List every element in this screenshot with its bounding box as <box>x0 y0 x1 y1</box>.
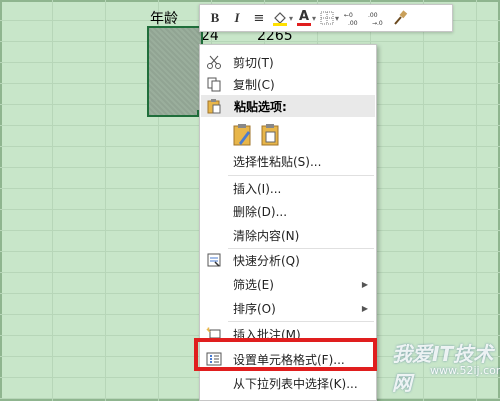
bold-button[interactable]: B <box>206 8 224 28</box>
menu-item-cut[interactable]: 剪切(T) <box>200 51 376 73</box>
menu-item-paste-special[interactable]: 选择性粘贴(S)... <box>200 150 376 172</box>
paintbrush-icon <box>394 10 408 25</box>
menu-item-clear-contents[interactable]: 清除内容(N) <box>200 224 376 246</box>
chevron-right-icon: ▶ <box>361 279 368 289</box>
menu-divider <box>228 321 374 322</box>
svg-text:→.0: →.0 <box>372 20 383 26</box>
chevron-right-icon: ▶ <box>361 303 368 313</box>
font-color-button[interactable]: A ▾ <box>297 8 316 28</box>
menu-item-copy[interactable]: 复制(C) <box>200 73 376 95</box>
increase-decimal-icon: ←0.00 <box>344 12 358 26</box>
fill-color-button[interactable]: ▾ <box>272 8 293 28</box>
chevron-down-icon[interactable]: ▾ <box>335 14 339 23</box>
italic-button[interactable]: I <box>228 8 246 28</box>
paste-option-values-button[interactable] <box>260 123 282 147</box>
watermark-url: www.52ij.com <box>430 364 500 377</box>
menu-item-pick-from-list[interactable]: 从下拉列表中选择(K)... <box>200 372 376 394</box>
paste-option-paste-button[interactable] <box>232 123 254 147</box>
align-button[interactable]: ≡ <box>250 8 268 28</box>
paste-options-header: 粘贴选项: <box>201 95 375 117</box>
chevron-down-icon[interactable]: ▾ <box>289 14 293 23</box>
format-painter-button[interactable] <box>391 8 409 28</box>
menu-item-insert[interactable]: 插入(I)... <box>200 177 376 199</box>
svg-text:.00: .00 <box>348 20 358 26</box>
selected-range[interactable] <box>147 26 203 117</box>
menu-item-delete[interactable]: 删除(D)... <box>200 200 376 222</box>
paste-icon <box>233 124 251 146</box>
paint-bucket-icon <box>273 12 287 26</box>
borders-icon <box>320 11 334 25</box>
mini-toolbar: B I ≡ ▾ A ▾ ▾ ←0.00 .00 →.0 <box>199 4 453 32</box>
menu-item-filter[interactable]: 筛选(E) ▶ <box>200 273 376 295</box>
header-cell-age[interactable]: 年龄 <box>150 8 178 28</box>
clipboard-icon <box>206 98 222 114</box>
increase-decimal-button[interactable]: ←0.00 <box>343 8 363 28</box>
svg-text:.00: .00 <box>368 12 378 19</box>
paste-values-icon <box>261 124 279 146</box>
copy-icon <box>206 76 222 92</box>
quick-analysis-icon <box>206 252 222 268</box>
chevron-down-icon[interactable]: ▾ <box>312 14 316 23</box>
svg-text:←0: ←0 <box>344 12 353 19</box>
highlight-annotation-box <box>194 338 377 371</box>
decrease-decimal-button[interactable]: .00 →.0 <box>367 8 387 28</box>
menu-item-quick-analysis[interactable]: 快速分析(Q) <box>200 249 376 271</box>
scissors-icon <box>206 54 222 70</box>
borders-button[interactable]: ▾ <box>320 8 339 28</box>
menu-item-sort[interactable]: 排序(O) ▶ <box>200 297 376 319</box>
menu-divider <box>228 175 374 176</box>
decrease-decimal-icon: .00→.0 <box>368 12 383 26</box>
